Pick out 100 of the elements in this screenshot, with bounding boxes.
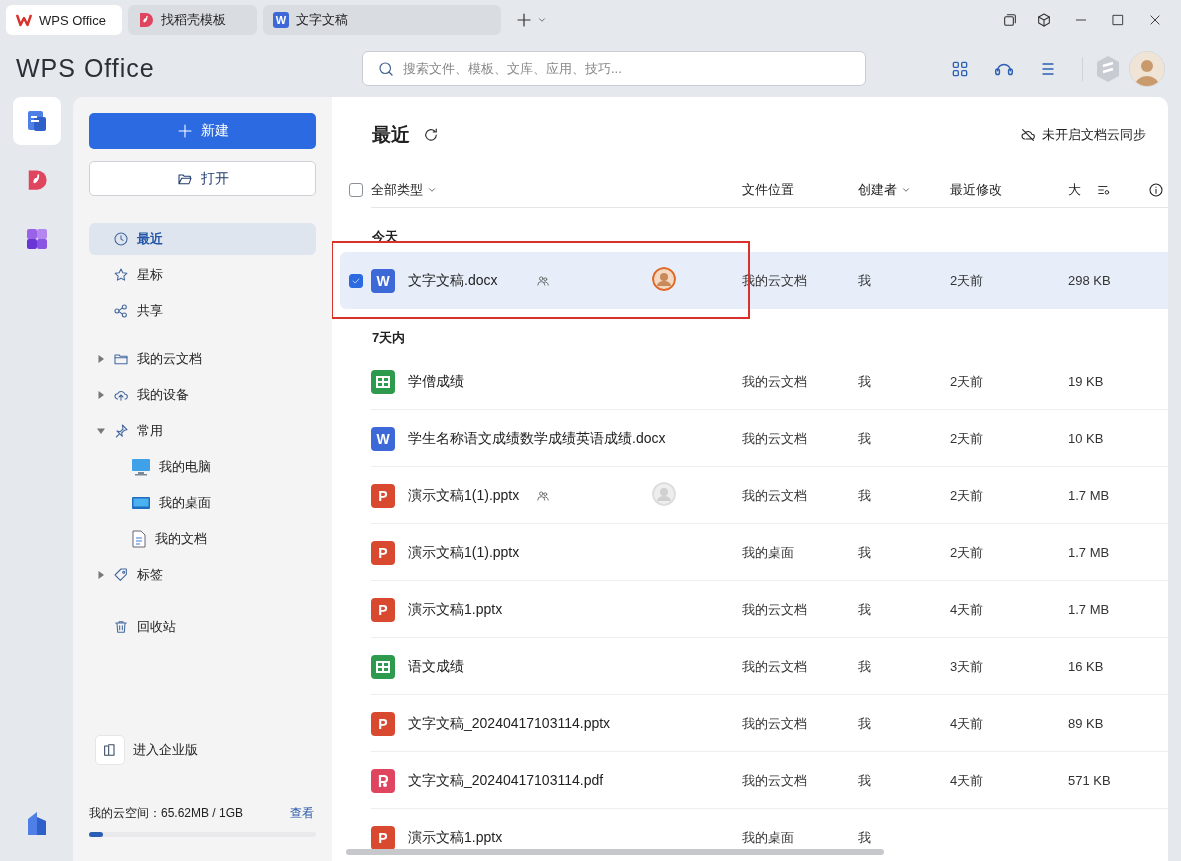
column-header[interactable]: 文件位置 <box>742 181 794 199</box>
file-row[interactable]: P 演示文稿1(1).pptx 我的桌面 我 2天前 1.7 MB <box>340 524 1168 581</box>
file-row[interactable]: P 文字文稿_20240417103114.pptx 我的云文档 我 4天前 89 KB <box>340 695 1168 752</box>
size-cell-text: 571 KB <box>1068 773 1112 788</box>
tree-item[interactable]: 我的云文档 <box>89 343 316 375</box>
checkbox[interactable] <box>349 273 363 288</box>
file-row[interactable]: P 演示文稿1(1).pptx 我的云文档 我 2天前 1.7 MB <box>340 467 1168 524</box>
clock-icon <box>113 231 129 247</box>
file-row[interactable]: W 学生名称语文成绩数学成绩英语成绩.docx 我的云文档 我 2天前 10 KB <box>340 410 1168 467</box>
creator-cell-text: 我 <box>858 271 872 290</box>
trash-icon <box>113 619 129 635</box>
presentation-file-icon: P <box>371 711 395 736</box>
nav-item[interactable]: 共享 <box>89 295 316 327</box>
location-cell-text: 我的云文档 <box>742 657 808 676</box>
expand-arrow-icon[interactable] <box>97 427 105 435</box>
building-icon[interactable] <box>26 811 47 835</box>
page-title: 最近 <box>372 123 410 147</box>
creator-cell-text: 我 <box>858 486 872 505</box>
check-icon <box>351 275 361 286</box>
file-name: 演示文稿1(1).pptx <box>408 486 521 505</box>
select-all-checkbox[interactable] <box>349 183 363 197</box>
new-button[interactable]: 新建 <box>89 113 316 149</box>
scrollbar[interactable] <box>346 849 884 855</box>
column-header[interactable]: 全部类型 <box>371 181 423 199</box>
file-name: 学生名称语文成绩数学成绩英语成绩.docx <box>408 429 667 448</box>
tree-item[interactable]: 我的文档 <box>89 523 316 555</box>
expand-arrow-icon[interactable] <box>97 355 105 363</box>
tree-item[interactable]: 常用 <box>89 415 316 447</box>
copy-icon <box>1002 12 1018 28</box>
expand-arrow-icon[interactable] <box>97 391 105 399</box>
tree-item[interactable]: 我的电脑 <box>89 451 316 483</box>
book-icon <box>102 742 118 758</box>
plus-icon <box>176 123 193 139</box>
file-name: 演示文稿1.pptx <box>408 600 504 619</box>
document-icon <box>131 530 147 548</box>
file-name: 学僧成绩 <box>408 372 465 391</box>
size-cell-text: 19 KB <box>1068 374 1105 389</box>
enterprise-button[interactable] <box>95 735 125 765</box>
column-header[interactable]: 大 <box>1068 181 1081 199</box>
creator-cell-text: 我 <box>858 714 872 733</box>
creator-cell-text: 我 <box>858 429 872 448</box>
size-cell-text: 16 KB <box>1068 659 1105 674</box>
refresh-icon <box>422 126 440 144</box>
docer-icon <box>138 12 154 28</box>
column-settings-icon <box>1097 183 1111 197</box>
modified-cell-text: 4天前 <box>950 714 985 733</box>
tab[interactable]: WPS Office <box>6 5 122 35</box>
spreadsheet-file-icon <box>371 654 395 679</box>
column-header[interactable]: 创建者 <box>858 181 897 199</box>
creator-cell-text: 我 <box>858 372 872 391</box>
size-cell-text: 1.7 MB <box>1068 602 1111 617</box>
view-link[interactable]: 查看 <box>290 805 314 822</box>
caret-icon <box>427 185 437 195</box>
nav-item[interactable]: 星标 <box>89 259 316 291</box>
file-row[interactable]: 文字文稿_20240417103114.pdf 我的云文档 我 4天前 571 KB <box>340 752 1168 809</box>
cloud-off-icon <box>1020 127 1036 143</box>
location-cell-text: 我的云文档 <box>742 486 808 505</box>
spreadsheet-file-icon <box>371 369 395 394</box>
file-name: 演示文稿1(1).pptx <box>408 543 521 562</box>
trash-item[interactable]: 回收站 <box>89 611 316 643</box>
modified-cell-text: 4天前 <box>950 600 985 619</box>
add-tab-icon <box>515 11 533 29</box>
caret-icon <box>901 185 911 195</box>
modified-cell-text: 2天前 <box>950 543 985 562</box>
size-cell-text: 1.7 MB <box>1068 488 1111 503</box>
file-name: 文字文稿.docx <box>408 271 499 290</box>
open-button[interactable]: 打开 <box>89 161 316 196</box>
location-cell-text: 我的桌面 <box>742 543 795 562</box>
location-cell-text: 我的云文档 <box>742 429 808 448</box>
tree-item[interactable]: 标签 <box>89 559 316 591</box>
maximize-icon <box>1111 13 1125 27</box>
creator-cell-text: 我 <box>858 600 872 619</box>
tree-item[interactable]: 我的桌面 <box>89 487 316 519</box>
file-row[interactable]: 语文成绩 我的云文档 我 3天前 16 KB <box>340 638 1168 695</box>
column-header[interactable]: 最近修改 <box>950 181 1002 199</box>
tab[interactable]: W 文字文稿 <box>263 5 501 35</box>
word-file-icon: W <box>371 426 395 451</box>
sync-status[interactable]: 未开启文档云同步 <box>1042 126 1146 144</box>
size-cell-text: 298 KB <box>1068 273 1112 288</box>
location-cell-text: 我的云文档 <box>742 714 808 733</box>
pin-icon <box>113 423 129 439</box>
file-name: 文字文稿_20240417103114.pdf <box>408 771 605 790</box>
size-cell-text: 10 KB <box>1068 431 1105 446</box>
modified-cell-text: 2天前 <box>950 429 985 448</box>
group-label: 7天内 <box>372 329 406 347</box>
expand-arrow-icon[interactable] <box>97 571 105 579</box>
info-icon <box>1148 182 1164 198</box>
logo-icon <box>16 13 32 27</box>
file-name: 文字文稿_20240417103114.pptx <box>408 714 612 733</box>
brand-logo: WPS Office <box>16 54 156 83</box>
tab[interactable]: 找稻壳模板 <box>128 5 257 35</box>
desktop-icon <box>131 495 151 511</box>
file-row[interactable]: 学僧成绩 我的云文档 我 2天前 19 KB <box>340 353 1168 410</box>
monitor-icon <box>131 458 151 476</box>
tree-item[interactable]: 我的设备 <box>89 379 316 411</box>
presentation-file-icon: P <box>371 597 395 622</box>
app-switch-button[interactable] <box>12 97 61 145</box>
dropdown-icon <box>537 15 547 25</box>
nav-item[interactable]: 最近 <box>89 223 316 255</box>
file-row[interactable]: P 演示文稿1.pptx 我的云文档 我 4天前 1.7 MB <box>340 581 1168 638</box>
